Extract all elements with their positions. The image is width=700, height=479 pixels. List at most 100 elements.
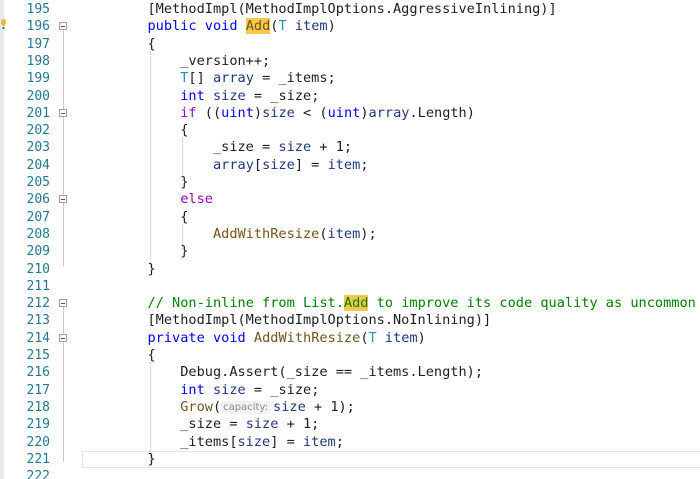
code-line[interactable]: 209 } [0,243,700,260]
line-number: 203 [26,140,50,156]
code-line[interactable]: 220 _items[size] = item; [0,434,700,451]
code-token: size [245,416,279,433]
code-line[interactable]: 204 array[size] = item; [0,157,700,174]
code-text[interactable]: AddWithResize(item); [82,226,377,243]
code-line[interactable]: 198 _version++; [0,53,700,70]
code-text[interactable]: [MethodImpl(MethodImplOptions.NoInlining… [82,312,491,329]
code-line[interactable]: 207 { [0,209,700,226]
code-text[interactable]: Grow(capacity: size + 1); [82,399,355,416]
code-line[interactable]: 212 // Non-inline from List.Add to impro… [0,295,700,312]
code-line[interactable]: 206 else [0,191,700,208]
code-line[interactable]: 211 [0,278,700,295]
line-number: 209 [26,244,50,260]
code-token: ] = [294,156,328,173]
code-editor[interactable]: 195 [MethodImpl(MethodImplOptions.Aggres… [0,0,700,479]
line-number: 219 [26,417,50,433]
code-token: void [204,18,238,35]
collapse-toggle-icon[interactable] [59,22,67,31]
code-text[interactable]: { [82,35,156,53]
line-number: 211 [26,278,50,294]
code-text[interactable]: else [82,191,213,208]
code-text[interactable]: int size = _size; [82,382,319,399]
code-line[interactable]: 215 { [0,347,700,364]
line-number: 202 [26,123,50,139]
collapse-toggle-icon[interactable] [59,195,67,204]
code-line[interactable]: 210 } [0,261,700,278]
code-text[interactable]: { [82,347,155,364]
code-token: AddWithResize [253,329,361,346]
code-token: item [384,329,418,346]
collapse-toggle-icon[interactable] [59,108,67,117]
code-line[interactable]: 216 Debug.Assert(_size == _items.Length)… [0,364,700,381]
code-text[interactable]: T[] array = _items; [82,70,336,87]
code-token: [] [188,70,213,87]
code-line[interactable]: 196 public void Add(T item) [0,18,700,35]
code-text[interactable]: // Non-inline from List.Add to improve i… [82,295,700,312]
code-text[interactable]: _version++; [82,53,270,70]
code-line[interactable]: 219 _size = size + 1; [0,416,700,433]
code-line[interactable]: 217 int size = _size; [0,382,700,399]
code-text[interactable]: public void Add(T item) [82,18,336,35]
code-token: } [82,243,189,260]
code-token: public [147,18,197,35]
code-token: ] = [270,433,303,450]
code-text[interactable]: [MethodImpl(MethodImplOptions.Aggressive… [82,1,556,18]
line-number: 210 [26,261,50,277]
code-token: T [278,18,287,35]
code-text[interactable]: } [82,174,188,191]
code-line[interactable]: 197 { [0,36,700,53]
code-text[interactable]: } [82,451,155,468]
code-line[interactable]: 200 int size = _size; [0,88,700,105]
code-token: { [82,35,156,52]
code-text[interactable]: int size = _size; [82,88,319,105]
code-token: to improve its code quality as uncommon … [368,295,700,312]
code-token: array [212,156,254,173]
line-number: 217 [26,382,50,398]
code-token: private [147,329,205,346]
code-line[interactable]: 214 private void AddWithResize(T item) [0,330,700,347]
code-token: ( [360,329,369,346]
code-text[interactable]: if ((uint)size < (uint)array.Length) [82,105,475,122]
code-text[interactable]: Debug.Assert(_size == _items.Length); [82,364,483,381]
code-text[interactable]: { [82,122,188,139]
code-token: array [368,104,410,121]
code-token: array [212,70,254,87]
code-text[interactable]: _items[size] = item; [82,434,344,451]
code-line[interactable]: 201 if ((uint)size < (uint)array.Length) [0,105,700,122]
code-line[interactable]: 199 T[] array = _items; [0,70,700,87]
line-number: 220 [26,434,50,450]
code-text[interactable]: private void AddWithResize(T item) [82,329,425,347]
code-line[interactable]: 222 [0,468,700,479]
code-line[interactable]: 208 AddWithResize(item); [0,226,700,243]
code-line[interactable]: 205 } [0,174,700,191]
code-text[interactable]: { [82,209,188,226]
code-token: } [82,260,156,277]
code-line[interactable]: 202 { [0,122,700,139]
code-line[interactable]: 221 } [0,450,700,469]
code-token: + 1); [305,398,355,415]
code-line[interactable]: 195 [MethodImpl(MethodImplOptions.Aggres… [0,1,700,18]
code-token: .Length) [409,104,475,121]
code-line[interactable]: 213 [MethodImpl(MethodImplOptions.NoInli… [0,312,700,329]
code-text[interactable]: array[size] = item; [82,157,369,174]
line-number: 207 [26,209,50,225]
code-line[interactable]: 203 _size = size + 1; [0,139,700,156]
code-text[interactable]: } [82,243,188,260]
code-line[interactable]: 218 Grow(capacity: size + 1); [0,399,700,416]
collapse-toggle-icon[interactable] [59,333,67,342]
code-text[interactable]: } [82,260,156,278]
code-text[interactable]: _size = size + 1; [82,139,352,156]
code-text[interactable]: _size = size + 1; [82,416,319,433]
collapse-toggle-icon[interactable] [59,299,67,308]
line-number: 214 [26,330,50,346]
line-number: 205 [26,175,50,190]
line-number: 195 [26,2,50,17]
